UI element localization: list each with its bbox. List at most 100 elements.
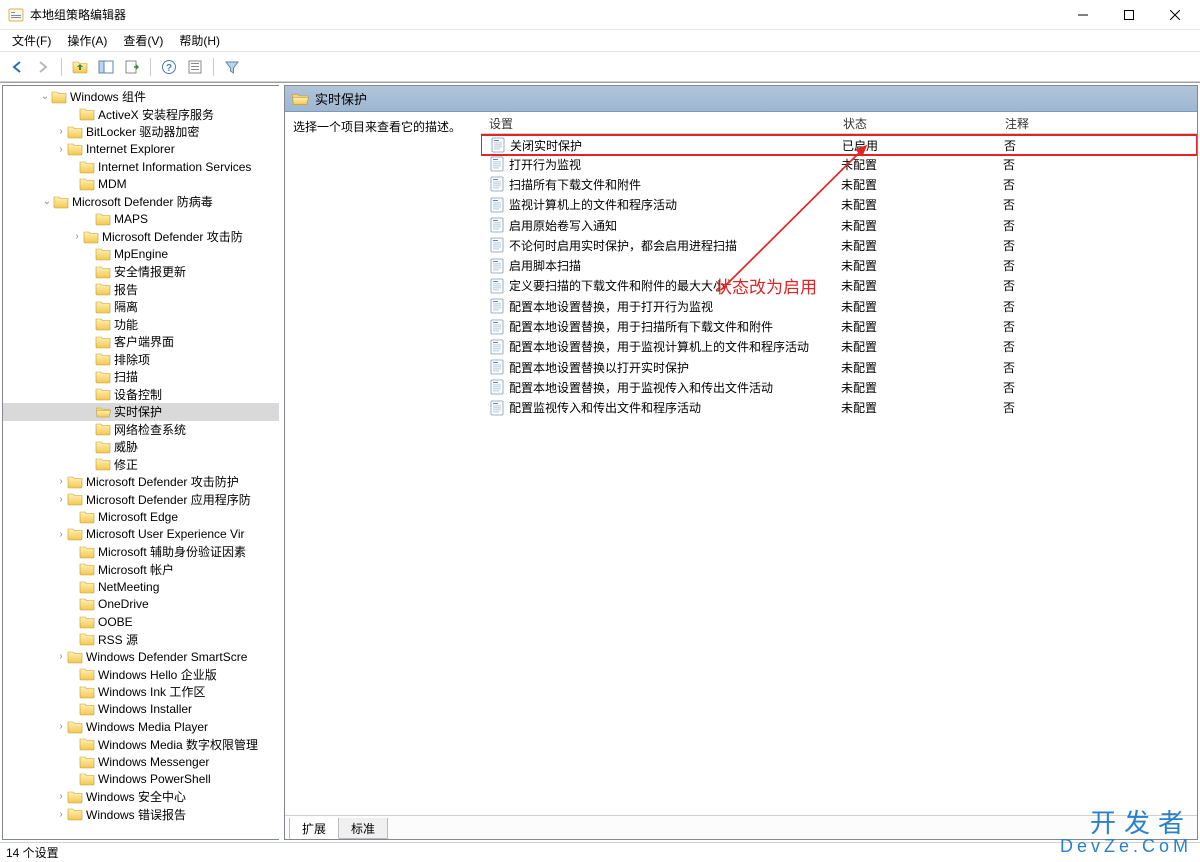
tree-node[interactable]: 扫描 [3,368,279,386]
tree-node[interactable]: ›Microsoft Defender 应用程序防 [3,491,279,509]
tree-node[interactable]: 排除项 [3,351,279,369]
tree-node[interactable]: ›Windows Media Player [3,718,279,736]
policy-row[interactable]: 监视计算机上的文件和程序活动未配置否 [481,195,1197,215]
tree-node-label: OneDrive [98,597,149,611]
tree-node[interactable]: › BitLocker 驱动器加密 [3,123,279,141]
tree-node[interactable]: MpEngine [3,246,279,264]
policy-icon [489,298,505,314]
tree-node[interactable]: MDM [3,176,279,194]
tree-node[interactable]: 安全情报更新 [3,263,279,281]
menu-view[interactable]: 查看(V) [115,30,171,52]
policy-row[interactable]: 启用脚本扫描未配置否 [481,255,1197,275]
tree-node[interactable]: MAPS [3,211,279,229]
maximize-button[interactable] [1106,0,1152,30]
expand-icon[interactable]: › [55,721,67,732]
policy-row[interactable]: 配置本地设置替换，用于监视计算机上的文件和程序活动未配置否 [481,337,1197,357]
tree-node[interactable]: ›Internet Explorer [3,141,279,159]
policy-row[interactable]: 定义要扫描的下载文件和附件的最大大小未配置否 [481,276,1197,296]
tree-node[interactable]: OOBE [3,613,279,631]
menu-action[interactable]: 操作(A) [59,30,115,52]
collapse-icon[interactable]: ⌄ [41,196,53,207]
tree-node[interactable]: ›Microsoft User Experience Vir [3,526,279,544]
expand-icon[interactable]: › [55,144,67,155]
column-header-setting[interactable]: 设置 [481,115,843,133]
tree-node[interactable]: Windows Hello 企业版 [3,666,279,684]
expand-icon[interactable]: › [55,529,67,540]
policy-row[interactable]: 配置本地设置替换，用于扫描所有下载文件和附件未配置否 [481,316,1197,336]
tree-node[interactable]: ›Microsoft Defender 攻击防 [3,228,279,246]
expand-icon[interactable]: › [55,651,67,662]
tree-node[interactable]: ActiveX 安装程序服务 [3,106,279,124]
tree-node[interactable]: RSS 源 [3,631,279,649]
tree-node[interactable]: Windows PowerShell [3,771,279,789]
tree-node[interactable]: Windows Ink 工作区 [3,683,279,701]
back-button[interactable] [6,56,28,78]
tree-node[interactable]: Windows Messenger [3,753,279,771]
expand-icon[interactable]: › [71,231,83,242]
tree-node[interactable]: Microsoft 帐户 [3,561,279,579]
export-list-button[interactable] [121,56,143,78]
tree-node[interactable]: ›Microsoft Defender 攻击防护 [3,473,279,491]
tree-scroll[interactable]: ⌄Windows 组件ActiveX 安装程序服务 › BitLocker 驱动器加… [3,86,279,839]
policy-name: 监视计算机上的文件和程序活动 [509,196,677,213]
tree-node[interactable]: Microsoft Edge [3,508,279,526]
close-button[interactable] [1152,0,1198,30]
tree-node[interactable]: 设备控制 [3,386,279,404]
tree-node[interactable]: ›Windows Defender SmartScre [3,648,279,666]
folder-icon [95,386,111,402]
policy-row[interactable]: 配置监视传入和传出文件和程序活动未配置否 [481,398,1197,418]
policy-row[interactable]: 关闭实时保护已启用否 [481,134,1197,156]
policy-row[interactable]: 配置本地设置替换，用于监视传入和传出文件活动未配置否 [481,377,1197,397]
policy-name: 关闭实时保护 [510,137,582,154]
tree-node[interactable]: 功能 [3,316,279,334]
policy-row[interactable]: 打开行为监视未配置否 [481,154,1197,174]
tree-node[interactable]: Windows Media 数字权限管理 [3,736,279,754]
tree-node[interactable]: 报告 [3,281,279,299]
tree-node[interactable]: 客户端界面 [3,333,279,351]
tree-node[interactable]: Internet Information Services [3,158,279,176]
tree-node[interactable]: ›Windows 安全中心 [3,788,279,806]
tab-standard[interactable]: 标准 [338,818,388,839]
tree-node[interactable]: Windows Installer [3,701,279,719]
forward-button[interactable] [32,56,54,78]
policy-row[interactable]: 启用原始卷写入通知未配置否 [481,215,1197,235]
folder-icon [53,194,69,210]
tab-extended[interactable]: 扩展 [289,818,339,839]
tree-node[interactable]: 隔离 [3,298,279,316]
minimize-button[interactable] [1060,0,1106,30]
tree-node[interactable]: 网络检查系统 [3,421,279,439]
folder-icon [95,299,111,315]
tree-node[interactable]: Microsoft 辅助身份验证因素 [3,543,279,561]
tree-node[interactable]: ⌄Microsoft Defender 防病毒 [3,193,279,211]
filter-button[interactable] [221,56,243,78]
policy-row[interactable]: 不论何时启用实时保护，都会启用进程扫描未配置否 [481,235,1197,255]
expand-icon[interactable]: › [55,494,67,505]
tree-node[interactable]: 修正 [3,456,279,474]
show-hide-button[interactable] [95,56,117,78]
properties-button[interactable] [184,56,206,78]
expand-icon[interactable]: › [55,791,67,802]
menu-file[interactable]: 文件(F) [4,30,59,52]
tree-node[interactable]: OneDrive [3,596,279,614]
expand-icon[interactable]: › [55,476,67,487]
tree-node[interactable]: NetMeeting [3,578,279,596]
tree-node[interactable]: ›Windows 错误报告 [3,806,279,824]
tree-node[interactable]: 实时保护 [3,403,279,421]
column-header-state[interactable]: 状态 [843,115,1005,133]
list-rows[interactable]: 状态改为启用 关闭实时保护已启用否打开行为监视未配置否扫描所有下载文件和附件未配… [481,134,1197,815]
column-header-comment[interactable]: 注释 [1005,115,1065,133]
tree-node[interactable]: 威胁 [3,438,279,456]
tree-node-label: BitLocker 驱动器加密 [86,123,199,140]
policy-state: 未配置 [841,359,1003,376]
up-button[interactable] [69,56,91,78]
collapse-icon[interactable]: ⌄ [39,91,51,102]
expand-icon[interactable]: › [55,809,67,820]
menu-help[interactable]: 帮助(H) [171,30,228,52]
policy-row[interactable]: 配置本地设置替换，用于打开行为监视未配置否 [481,296,1197,316]
tree-node[interactable]: ⌄Windows 组件 [3,88,279,106]
policy-row[interactable]: 扫描所有下载文件和附件未配置否 [481,174,1197,194]
expand-icon[interactable]: › [55,126,67,137]
help-button[interactable]: ? [158,56,180,78]
policy-state: 未配置 [841,298,1003,315]
policy-row[interactable]: 配置本地设置替换以打开实时保护未配置否 [481,357,1197,377]
